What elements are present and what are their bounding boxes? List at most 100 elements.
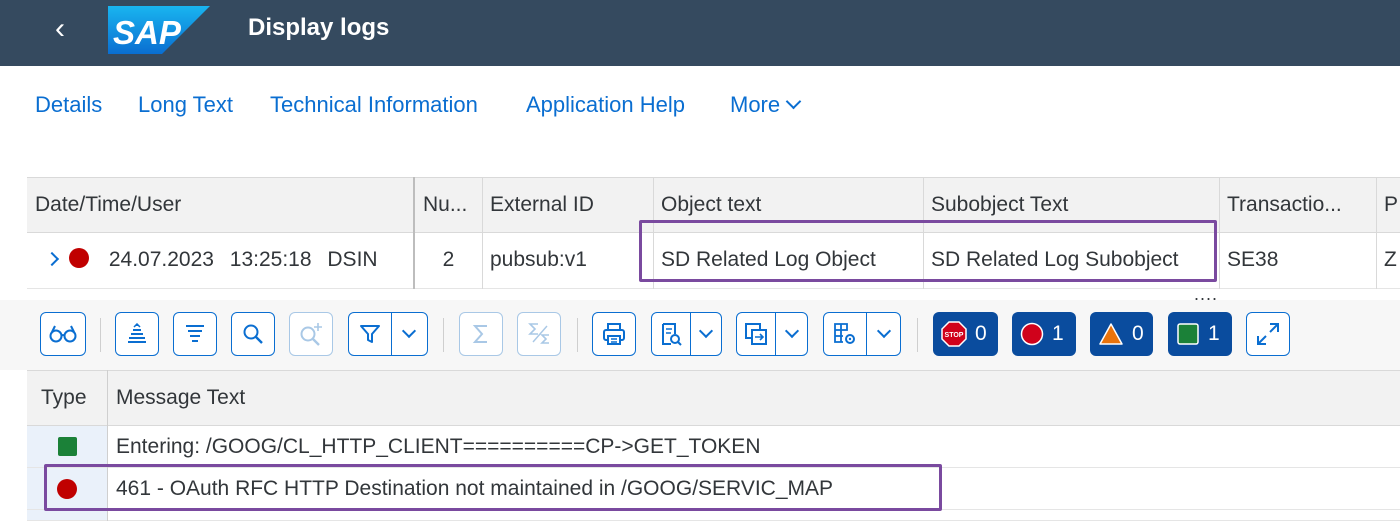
- column-number[interactable]: Nu...: [415, 178, 482, 232]
- filter-button[interactable]: [348, 312, 428, 356]
- message-header-columns: Type Message Text: [27, 370, 1400, 426]
- column-divider: [1219, 177, 1220, 289]
- toolbar-separator: [100, 318, 101, 352]
- export-dropdown[interactable]: [775, 313, 807, 355]
- export-main[interactable]: [737, 313, 775, 355]
- sum-icon: [472, 325, 487, 343]
- success-icon: [1177, 323, 1199, 345]
- stop-count-button[interactable]: STOP 0: [933, 312, 998, 356]
- sort-descending-button[interactable]: [173, 312, 217, 356]
- message-row[interactable]: Entering: /GOOG/CL_HTTP_CLIENT==========…: [27, 426, 1400, 468]
- message-text: Entering: /GOOG/CL_HTTP_CLIENT==========…: [116, 435, 761, 458]
- back-button[interactable]: ‹: [40, 10, 80, 50]
- row-selector[interactable]: [27, 510, 107, 520]
- sort-descending-icon: [186, 325, 204, 342]
- glasses-icon: [49, 325, 77, 343]
- toolbar-separator: [577, 318, 578, 352]
- search-next-icon: [300, 323, 322, 346]
- chevron-down-icon: [785, 93, 802, 110]
- fullscreen-icon: [1257, 323, 1279, 345]
- warning-count-button[interactable]: 0: [1090, 312, 1153, 356]
- error-count: 1: [1052, 322, 1064, 345]
- stop-icon: STOP: [941, 321, 967, 347]
- more-menu[interactable]: More: [730, 92, 802, 118]
- view-dropdown[interactable]: [690, 313, 721, 355]
- column-divider: [1376, 177, 1377, 289]
- column-type[interactable]: Type: [27, 371, 107, 425]
- message-row-empty: [27, 510, 1400, 521]
- layout-icon: [834, 323, 855, 344]
- column-external-id[interactable]: External ID: [482, 178, 653, 232]
- layout-button[interactable]: [823, 312, 901, 356]
- expand-chevron-icon[interactable]: [44, 251, 60, 267]
- print-button[interactable]: [592, 312, 636, 356]
- export-button[interactable]: [736, 312, 808, 356]
- chevron-down-icon: [401, 323, 416, 339]
- action-bar: Details Long Text Technical Information …: [0, 92, 1400, 126]
- cell-external-id: pubsub:v1: [490, 248, 587, 271]
- filter-dropdown[interactable]: [391, 313, 425, 355]
- column-divider[interactable]: [413, 177, 415, 289]
- error-status-icon: [69, 248, 89, 269]
- print-icon: [603, 323, 625, 345]
- sum-button[interactable]: [459, 312, 503, 356]
- toolbar-separator: [917, 318, 918, 352]
- sort-ascending-icon: [128, 323, 146, 343]
- filter-main[interactable]: [349, 313, 391, 355]
- application-help-link[interactable]: Application Help: [526, 92, 685, 118]
- cell-program: Z: [1384, 248, 1397, 271]
- subtotal-icon: [528, 323, 549, 344]
- log-date: 24.07.2023: [108, 248, 214, 271]
- more-label: More: [730, 92, 781, 117]
- success-count: 1: [1208, 322, 1220, 345]
- cell-number: 2: [442, 248, 455, 271]
- column-program[interactable]: P: [1376, 178, 1400, 232]
- find-button[interactable]: [231, 312, 275, 356]
- view-button[interactable]: [651, 312, 722, 356]
- column-transaction[interactable]: Transactio...: [1219, 178, 1376, 232]
- technical-information-link[interactable]: Technical Information: [270, 92, 478, 118]
- subtotal-button[interactable]: [517, 312, 561, 356]
- success-count-button[interactable]: 1: [1168, 312, 1232, 356]
- log-user: DSIN: [327, 248, 378, 271]
- column-divider: [482, 177, 483, 289]
- layout-dropdown[interactable]: [866, 313, 900, 355]
- back-icon: ‹: [55, 12, 65, 45]
- error-icon: [1020, 322, 1044, 346]
- find-next-button[interactable]: [289, 312, 333, 356]
- cell-date-time-user: 24.07.2023 13:25:18 DSIN: [27, 233, 413, 288]
- column-message-text[interactable]: Message Text: [108, 371, 1400, 425]
- chevron-down-icon: [698, 323, 714, 339]
- warning-count: 0: [1132, 322, 1144, 345]
- fullscreen-button[interactable]: [1246, 312, 1290, 356]
- sort-ascending-button[interactable]: [115, 312, 159, 356]
- details-link[interactable]: Details: [35, 92, 102, 118]
- cell-transaction: SE38: [1227, 248, 1279, 271]
- details-button[interactable]: [40, 312, 86, 356]
- filter-icon: [360, 325, 380, 343]
- stop-count: 0: [975, 322, 987, 345]
- view-main[interactable]: [652, 313, 690, 355]
- view-icon: [662, 323, 682, 346]
- highlight-box-error-message: [44, 464, 942, 511]
- warning-icon: [1099, 323, 1123, 345]
- toolbar-separator: [443, 318, 444, 352]
- highlight-box-object-texts: [639, 220, 1217, 282]
- column-date-time-user[interactable]: Date/Time/User: [27, 178, 413, 232]
- error-count-button[interactable]: 1: [1012, 312, 1076, 356]
- svg-text:STOP: STOP: [945, 332, 964, 339]
- type-cell: [27, 426, 107, 467]
- chevron-down-icon: [876, 323, 891, 339]
- success-status-icon: [57, 437, 77, 456]
- export-icon: [745, 323, 767, 345]
- sap-logo: SAP: [108, 6, 210, 54]
- long-text-link[interactable]: Long Text: [138, 92, 233, 118]
- log-time: 13:25:18: [229, 248, 312, 271]
- search-icon: [243, 324, 263, 344]
- page-title: Display logs: [248, 14, 390, 41]
- message-toolbar: STOP 0 1 0 1: [0, 300, 1400, 370]
- svg-text:SAP: SAP: [113, 14, 182, 51]
- shell-bar: ‹ SAP Display logs: [0, 0, 1400, 66]
- chevron-down-icon: [784, 323, 799, 339]
- layout-main[interactable]: [824, 313, 866, 355]
